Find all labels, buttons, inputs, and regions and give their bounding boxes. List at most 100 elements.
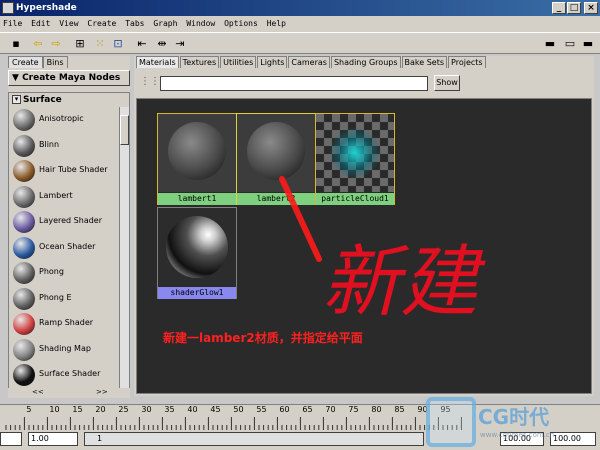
menu-graph[interactable]: Graph [150, 16, 180, 32]
node-icon [13, 262, 35, 284]
node-label: Phong [39, 267, 64, 276]
filter-input[interactable] [160, 76, 428, 91]
toggle-panel-icon[interactable]: ▪ [8, 36, 24, 52]
timeline-tick-label: 35 [164, 405, 175, 414]
node-icon [13, 338, 35, 361]
tab-bake-sets[interactable]: Bake Sets [401, 56, 448, 68]
start-time-field[interactable] [0, 432, 22, 446]
io-connections-icon[interactable]: ⇹ [154, 36, 170, 52]
node-icon [13, 109, 35, 131]
arrow-left-icon[interactable]: ⇦ [30, 36, 46, 52]
tab-utilities[interactable]: Utilities [220, 56, 257, 68]
timeline-tick-label: 15 [72, 405, 83, 414]
create-maya-nodes-label: Create Maya Nodes [22, 73, 121, 83]
timeline-tick-label: 55 [256, 405, 267, 414]
range-slider[interactable]: 1 [84, 432, 424, 446]
menu-file[interactable]: File [0, 16, 25, 32]
tab-create[interactable]: Create [8, 56, 43, 68]
menu-bar: File Edit View Create Tabs Graph Window … [0, 16, 600, 32]
app-icon [2, 2, 14, 14]
node-icon [13, 185, 35, 208]
menu-view[interactable]: View [56, 16, 81, 32]
node-item[interactable]: Layered Shader [9, 209, 129, 235]
node-item[interactable]: Ocean Shader [9, 235, 129, 261]
node-item[interactable]: Ramp Shader [9, 311, 129, 337]
network-icon[interactable]: ⊡ [110, 36, 126, 52]
menu-edit[interactable]: Edit [28, 16, 53, 32]
watermark-logo: CG时代 www.cgtimes.com.cn [420, 395, 600, 450]
node-item[interactable]: Phong E [9, 286, 129, 312]
timeline-tick-label: 25 [118, 405, 129, 414]
node-label: Ramp Shader [39, 318, 94, 327]
node-item[interactable]: Shading Map [9, 337, 129, 363]
watermark-url: www.cgtimes.com.cn [480, 431, 555, 439]
timeline-tick-label: 30 [141, 405, 152, 414]
timeline-tick-label: 80 [371, 405, 382, 414]
watermark-text: CG时代 [478, 405, 550, 429]
node-icon [13, 313, 35, 335]
graph-icon[interactable]: ⊞ [72, 36, 88, 52]
node-icon [13, 236, 35, 259]
scroll-thumb[interactable] [120, 115, 129, 145]
swatch-canvas[interactable]: lambert1 lambert2 particleCloud1 shaderG… [136, 98, 592, 394]
tab-bins[interactable]: Bins [42, 56, 68, 68]
minimize-button[interactable]: _ [552, 2, 566, 14]
arrow-right-icon[interactable]: ⇨ [48, 36, 64, 52]
watermark-c-icon [426, 397, 476, 447]
window-title: Hypershade [16, 3, 77, 13]
tab-shading-groups[interactable]: Shading Groups [330, 56, 401, 68]
node-label: Shading Map [39, 343, 91, 353]
scroll-right-button[interactable]: >> [96, 388, 108, 396]
tab-cameras[interactable]: Cameras [288, 56, 330, 68]
maximize-button[interactable]: □ [567, 2, 581, 14]
menu-create[interactable]: Create [84, 16, 119, 32]
layout-bottom-icon[interactable]: ▭ [562, 36, 578, 52]
timeline-tick-label: 60 [279, 405, 290, 414]
timeline-tick-label: 5 [26, 405, 32, 414]
grid-icon[interactable]: ⁙ [92, 36, 108, 52]
node-label: Blinn [39, 139, 60, 149]
menu-window[interactable]: Window [183, 16, 218, 32]
create-maya-nodes-header[interactable]: ▼ Create Maya Nodes [8, 70, 130, 86]
node-label: Lambert [39, 190, 73, 200]
node-icon [13, 211, 35, 233]
node-item[interactable]: Phong [9, 260, 129, 286]
tab-lights[interactable]: Lights [257, 56, 288, 68]
close-button[interactable]: × [584, 2, 598, 14]
tab-materials[interactable]: Materials [136, 56, 179, 68]
node-icon [13, 134, 35, 157]
tab-projects[interactable]: Projects [448, 56, 486, 68]
node-icon [13, 287, 35, 310]
node-item[interactable]: Anisotropic [9, 107, 129, 133]
annotation-text: 新建一lamber2材质，并指定给平面 [163, 331, 363, 345]
timeline-tick-label: 10 [49, 405, 60, 414]
tab-textures[interactable]: Textures [179, 56, 220, 68]
handwriting-text: 新建 [322, 238, 486, 328]
filter-icon[interactable]: ⋮⋮ [140, 76, 160, 87]
node-item[interactable]: Surface Shader [9, 362, 129, 388]
node-list-scrollbar[interactable] [119, 107, 129, 397]
menu-tabs[interactable]: Tabs [122, 16, 147, 32]
input-connections-icon[interactable]: ⇤ [134, 36, 150, 52]
node-item[interactable]: Lambert [9, 184, 129, 210]
menu-options[interactable]: Options [221, 16, 261, 32]
show-button[interactable]: Show [434, 75, 460, 91]
output-connections-icon[interactable]: ⇥ [172, 36, 188, 52]
title-bar: Hypershade _ □ × [0, 0, 600, 16]
timeline-tick-label: 40 [187, 405, 198, 414]
node-item[interactable]: Blinn [9, 133, 129, 159]
layout-top-icon[interactable]: ▬ [542, 36, 558, 52]
node-icon [13, 364, 35, 386]
scroll-left-button[interactable]: << [32, 388, 44, 396]
layout-split-icon[interactable]: ▬ [580, 36, 596, 52]
handwriting-overlay: 新建 [279, 176, 486, 328]
create-panel: Create Bins ▼ Create Maya Nodes ▾ Surface … [8, 56, 130, 398]
node-label: Ocean Shader [39, 241, 96, 251]
timeline-tick-label: 50 [233, 405, 244, 414]
node-item[interactable]: Hair Tube Shader [9, 158, 129, 184]
surface-section-header[interactable]: ▾ Surface [9, 93, 129, 107]
toolbar: ▪ ⇦ ⇨ ⊞ ⁙ ⊡ ⇤ ⇹ ⇥ ▬ ▭ ▬ [0, 32, 600, 54]
menu-help[interactable]: Help [264, 16, 289, 32]
playback-start-field[interactable]: 1.00 [28, 432, 78, 446]
surface-node-list: ▾ Surface Anisotropic Blinn Hair Tube Shade… [8, 92, 130, 398]
